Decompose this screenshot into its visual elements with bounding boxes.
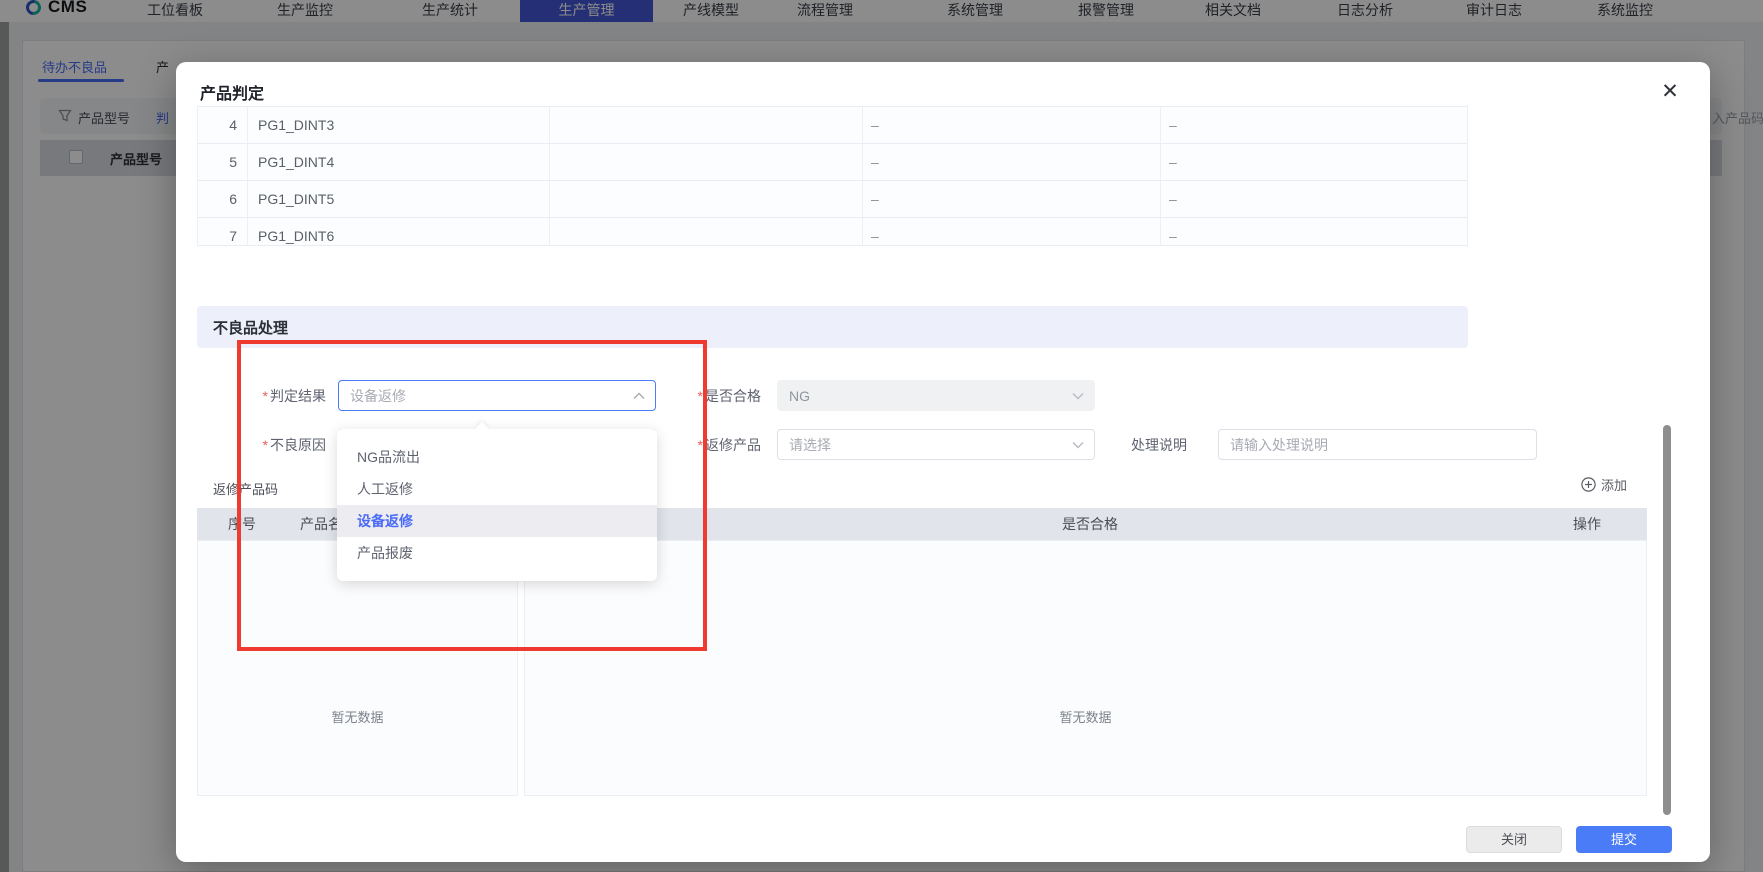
header-qualified: 是否合格 <box>1062 516 1118 532</box>
empty-state-text: 暂无数据 <box>1059 710 1112 725</box>
chevron-down-icon <box>1072 393 1084 400</box>
dropdown-option-device-repair-selected[interactable]: 设备返修 <box>337 505 657 537</box>
cell-item-name: PG1_DINT4 <box>248 144 550 180</box>
handle-note-input[interactable] <box>1218 429 1537 460</box>
defect-handling-section-title: 不良品处理 <box>197 306 1468 348</box>
is-qualified-label: * 是否合格 <box>697 387 761 404</box>
judge-result-label: * 判定结果 <box>262 387 326 404</box>
cell-empty <box>550 181 863 217</box>
table-row: 5 PG1_DINT4 – – <box>198 144 1467 181</box>
judge-result-select[interactable]: 设备返修 <box>338 380 656 411</box>
table-row: 4 PG1_DINT3 – – <box>198 107 1467 144</box>
table-row: 7 PG1_DINT6 – – <box>198 218 1467 245</box>
cell-value2: – <box>1169 117 1177 133</box>
repair-code-table-right-panel: 暂无数据 <box>524 540 1647 796</box>
repair-product-label: * 返修产品 <box>697 436 761 453</box>
cell-index: 6 <box>198 181 248 217</box>
repair-product-placeholder: 请选择 <box>789 436 831 453</box>
header-action: 操作 <box>1573 516 1601 532</box>
cell-value1: – <box>863 181 1161 217</box>
judge-result-dropdown: NG品流出 人工返修 设备返修 产品报废 <box>337 421 657 581</box>
cell-value2: – <box>1169 154 1177 170</box>
is-qualified-value: NG <box>789 387 810 404</box>
required-asterisk: * <box>262 387 268 404</box>
cell-empty <box>550 144 863 180</box>
required-asterisk: * <box>697 436 703 453</box>
table-row: 6 PG1_DINT5 – – <box>198 181 1467 218</box>
repair-code-label: 返修产品码 <box>213 482 279 497</box>
dropdown-option-ng-outflow[interactable]: NG品流出 <box>337 441 657 473</box>
defect-reason-label: * 不良原因 <box>262 436 326 453</box>
header-index: 序号 <box>228 516 256 532</box>
cell-value1: – <box>863 218 1161 245</box>
cell-item-name: PG1_DINT6 <box>248 218 550 245</box>
add-button-label: 添加 <box>1601 478 1628 493</box>
cell-item-name: PG1_DINT5 <box>248 181 550 217</box>
empty-state-text: 暂无数据 <box>331 710 384 725</box>
submit-button[interactable]: 提交 <box>1576 826 1672 853</box>
cell-index: 7 <box>198 218 248 245</box>
close-button[interactable]: 关闭 <box>1466 826 1562 853</box>
required-asterisk: * <box>262 436 268 453</box>
modal-scrollbar-thumb[interactable] <box>1663 425 1671 815</box>
cell-value2: – <box>1169 228 1177 244</box>
close-icon[interactable]: ✕ <box>1658 80 1682 104</box>
modal-title: 产品判定 <box>200 86 265 103</box>
repair-product-select[interactable]: 请选择 <box>777 429 1095 460</box>
chevron-up-icon <box>633 392 645 399</box>
product-judgment-modal: 产品判定 ✕ 4 PG1_DINT3 – – 5 PG1_DINT4 – – 6… <box>176 62 1710 862</box>
cell-value1: – <box>863 144 1161 180</box>
cell-index: 5 <box>198 144 248 180</box>
required-asterisk: * <box>697 387 703 404</box>
app-root: CMS 工位看板 生产监控 生产统计 生产管理 产线模型 流程管理 系统管理 报… <box>0 0 1763 872</box>
cell-empty <box>550 218 863 245</box>
judgment-items-table: 4 PG1_DINT3 – – 5 PG1_DINT4 – – 6 PG1_DI… <box>197 106 1468 246</box>
dropdown-option-scrap[interactable]: 产品报废 <box>337 537 657 569</box>
cell-index: 4 <box>198 107 248 143</box>
cell-item-name: PG1_DINT3 <box>248 107 550 143</box>
add-repair-code-button[interactable]: 添加 <box>1581 475 1627 494</box>
is-qualified-select-disabled: NG <box>777 380 1095 411</box>
dropdown-option-manual-repair[interactable]: 人工返修 <box>337 473 657 505</box>
handle-note-label: 处理说明 <box>1131 436 1187 453</box>
cell-value2: – <box>1169 191 1177 207</box>
cell-empty <box>550 107 863 143</box>
cell-value1: – <box>863 107 1161 143</box>
judge-result-value: 设备返修 <box>350 387 406 404</box>
circle-plus-icon <box>1581 477 1596 492</box>
dropdown-arrow <box>474 421 490 437</box>
